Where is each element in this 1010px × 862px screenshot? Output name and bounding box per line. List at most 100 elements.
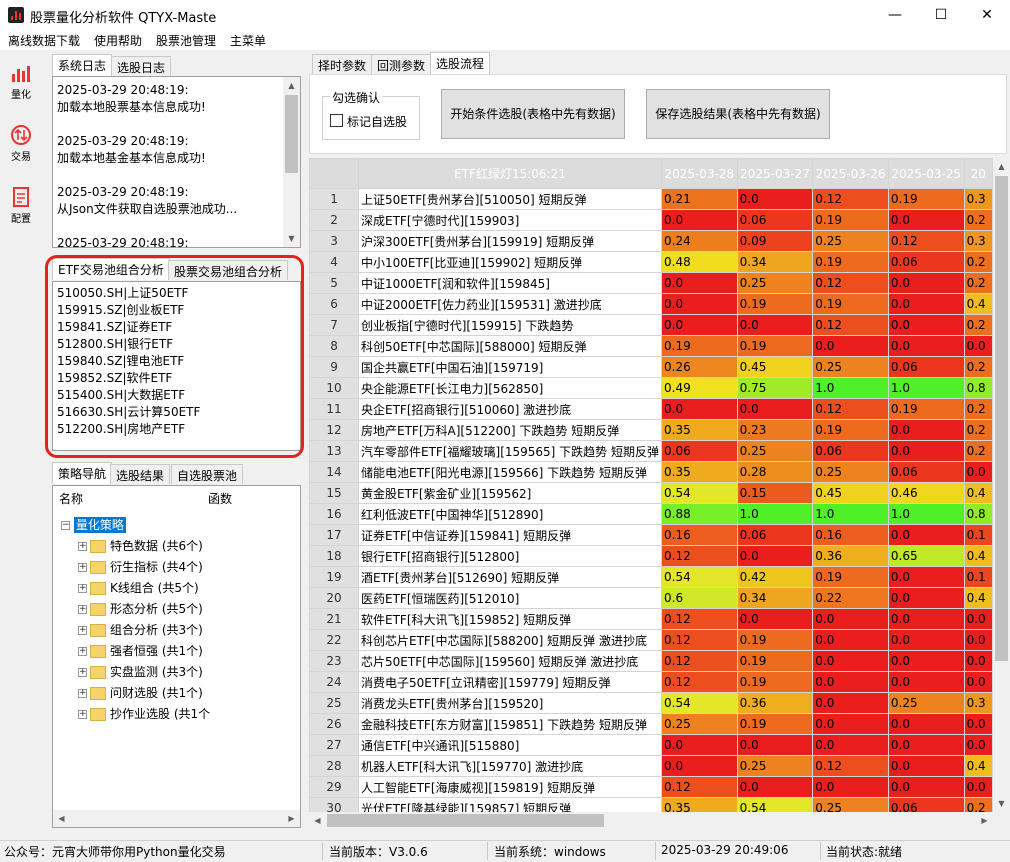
tab-watchlist[interactable]: 自选股票池 — [171, 464, 244, 484]
etf-name-cell[interactable]: 汽车零部件ETF[福耀玻璃][159565] 下跌趋势 短期反弹 — [358, 440, 662, 462]
score-cell[interactable]: 1.0 — [887, 503, 965, 525]
score-cell[interactable]: 0.0 — [963, 461, 993, 483]
etf-name-cell[interactable]: 中证2000ETF[佐力药业][159531] 激进抄底 — [358, 293, 662, 315]
score-cell[interactable]: 0.0 — [963, 629, 993, 651]
score-cell[interactable]: 0.0 — [887, 650, 965, 672]
score-cell[interactable]: 0.0 — [887, 671, 965, 693]
table-row[interactable]: 28 机器人ETF[科大讯飞][159770] 激进抄底 0.0 0.25 0.12 0.… — [309, 755, 993, 777]
table-row[interactable]: 30 光伏ETF[隆基绿能][159857] 短期反弹 0.35 0.54 0.25 0.… — [309, 797, 993, 812]
etf-name-cell[interactable]: 消费电子50ETF[立讯精密][159779] 短期反弹 — [358, 671, 662, 693]
score-cell[interactable]: 0.0 — [887, 440, 965, 462]
grid-vscrollbar[interactable]: ▲ ▼ — [993, 158, 1010, 812]
save-results-button[interactable]: 保存选股结果(表格中先有数据) — [646, 89, 830, 139]
score-cell[interactable]: 0.3 — [963, 692, 993, 714]
scroll-down-icon[interactable]: ▼ — [283, 230, 300, 247]
etf-name-cell[interactable]: 消费龙头ETF[贵州茅台][159520] — [358, 692, 662, 714]
menu-stock-pool[interactable]: 股票池管理 — [156, 32, 216, 49]
system-log-panel[interactable]: 2025-03-29 20:48:19: 加载本地股票基本信息成功! 2025-… — [52, 76, 301, 248]
row-number[interactable]: 9 — [309, 356, 360, 378]
etf-name-cell[interactable]: 金融科技ETF[东方财富][159851] 下跌趋势 短期反弹 — [358, 713, 662, 735]
table-row[interactable]: 9 国企共赢ETF[中国石油][159719] 0.26 0.45 0.25 0.06 0.… — [309, 356, 993, 378]
score-cell[interactable]: 0.34 — [736, 587, 814, 609]
tree-col-func[interactable]: 函数 — [208, 490, 232, 507]
score-cell[interactable]: 0.0 — [887, 419, 965, 441]
score-cell[interactable]: 0.0 — [661, 734, 738, 756]
score-cell[interactable]: 0.12 — [661, 671, 738, 693]
table-row[interactable]: 3 沪深300ETF[贵州茅台][159919] 短期反弹 0.24 0.09 0.25… — [309, 230, 993, 252]
menu-help[interactable]: 使用帮助 — [94, 32, 142, 49]
etf-name-cell[interactable]: 储能电池ETF[阳光电源][159566] 下跌趋势 短期反弹 — [358, 461, 662, 483]
table-row[interactable]: 25 消费龙头ETF[贵州茅台][159520] 0.54 0.36 0.0 0.25 0.… — [309, 692, 993, 714]
score-cell[interactable]: 0.25 — [812, 461, 889, 483]
score-cell[interactable]: 0.12 — [661, 650, 738, 672]
row-number[interactable]: 6 — [309, 293, 360, 315]
score-cell[interactable]: 0.19 — [812, 209, 889, 231]
table-row[interactable]: 4 中小100ETF[比亚迪][159902] 短期反弹 0.48 0.34 0.19 0… — [309, 251, 993, 273]
score-cell[interactable]: 0.0 — [736, 314, 814, 336]
row-number[interactable]: 20 — [309, 587, 360, 609]
collapse-icon[interactable]: − — [61, 521, 70, 530]
score-cell[interactable]: 0.06 — [812, 440, 889, 462]
score-cell[interactable]: 0.0 — [887, 608, 965, 630]
tree-node[interactable]: + 组合分析 (共3个) — [78, 620, 203, 641]
score-cell[interactable]: 0.4 — [963, 545, 993, 567]
score-cell[interactable]: 0.25 — [812, 230, 889, 252]
close-button[interactable]: ✕ — [964, 0, 1010, 30]
tree-node[interactable]: + 特色数据 (共6个) — [78, 536, 203, 557]
score-cell[interactable]: 0.25 — [736, 272, 814, 294]
score-cell[interactable]: 0.25 — [736, 755, 814, 777]
score-cell[interactable]: 0.54 — [661, 482, 738, 504]
row-number[interactable]: 12 — [309, 419, 360, 441]
score-cell[interactable]: 1.0 — [887, 377, 965, 399]
score-cell[interactable]: 0.26 — [661, 356, 738, 378]
score-cell[interactable]: 0.12 — [812, 314, 889, 336]
grid-corner[interactable] — [309, 158, 360, 189]
score-cell[interactable]: 0.4 — [963, 755, 993, 777]
score-cell[interactable]: 0.06 — [736, 524, 814, 546]
etf-name-cell[interactable]: 上证50ETF[贵州茅台][510050] 短期反弹 — [358, 188, 662, 210]
row-number[interactable]: 11 — [309, 398, 360, 420]
score-cell[interactable]: 0.28 — [736, 461, 814, 483]
start-select-button[interactable]: 开始条件选股(表格中先有数据) — [441, 89, 625, 139]
score-cell[interactable]: 0.2 — [963, 797, 993, 812]
tree-root-label[interactable]: 量化策略 — [73, 517, 126, 533]
maximize-button[interactable]: ☐ — [918, 0, 964, 30]
etf-name-cell[interactable]: 沪深300ETF[贵州茅台][159919] 短期反弹 — [358, 230, 662, 252]
expand-icon[interactable]: + — [78, 710, 87, 719]
etf-name-cell[interactable]: 房地产ETF[万科A][512200] 下跌趋势 短期反弹 — [358, 419, 662, 441]
row-number[interactable]: 23 — [309, 650, 360, 672]
etf-name-cell[interactable]: 软件ETF[科大讯飞][159852] 短期反弹 — [358, 608, 662, 630]
scroll-right-icon[interactable]: ▶ — [976, 812, 993, 829]
score-cell[interactable]: 0.0 — [887, 272, 965, 294]
score-cell[interactable]: 0.06 — [736, 209, 814, 231]
score-cell[interactable]: 0.35 — [661, 797, 738, 812]
grid-header-date[interactable]: 2025-03-26 — [812, 158, 889, 189]
row-number[interactable]: 18 — [309, 545, 360, 567]
score-cell[interactable]: 0.16 — [661, 524, 738, 546]
score-cell[interactable]: 0.12 — [661, 629, 738, 651]
score-cell[interactable]: 1.0 — [736, 503, 814, 525]
score-cell[interactable]: 0.8 — [963, 377, 993, 399]
score-cell[interactable]: 1.0 — [812, 377, 889, 399]
tree-node[interactable]: + 问财选股 (共1个) — [78, 683, 203, 704]
score-cell[interactable]: 0.19 — [661, 335, 738, 357]
score-cell[interactable]: 0.35 — [661, 461, 738, 483]
mark-watchlist-checkbox[interactable] — [330, 114, 343, 127]
score-cell[interactable]: 0.0 — [736, 776, 814, 798]
scroll-left-icon[interactable]: ◀ — [309, 812, 326, 829]
score-cell[interactable]: 0.36 — [812, 545, 889, 567]
score-cell[interactable]: 0.54 — [661, 566, 738, 588]
score-cell[interactable]: 0.46 — [887, 482, 965, 504]
score-cell[interactable]: 0.19 — [736, 293, 814, 315]
tab-backtest-params[interactable]: 回测参数 — [371, 54, 432, 74]
tree-node[interactable]: + 衍生指标 (共4个) — [78, 557, 203, 578]
expand-icon[interactable]: + — [78, 689, 87, 698]
tab-system-log[interactable]: 系统日志 — [52, 54, 113, 76]
tree-node-label[interactable]: 问财选股 (共1个) — [110, 686, 203, 700]
table-row[interactable]: 21 软件ETF[科大讯飞][159852] 短期反弹 0.12 0.0 0.0 0.0 0… — [309, 608, 993, 630]
table-row[interactable]: 14 储能电池ETF[阳光电源][159566] 下跌趋势 短期反弹 0.35 0.2… — [309, 461, 993, 483]
score-cell[interactable]: 0.21 — [661, 188, 738, 210]
score-cell[interactable]: 0.06 — [887, 461, 965, 483]
expand-icon[interactable]: + — [78, 668, 87, 677]
score-cell[interactable]: 0.06 — [887, 797, 965, 812]
